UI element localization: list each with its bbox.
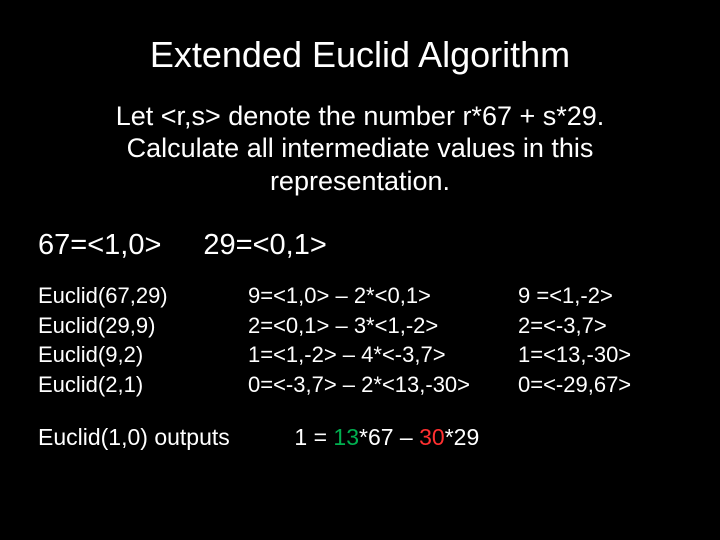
final-output: Euclid(1,0) outputs 1 = 13*67 – 30*29 xyxy=(0,398,720,451)
work-cell: 9=<1,0> – 2*<0,1> xyxy=(248,282,518,310)
work-cell: 0=<-3,7> – 2*<13,-30> xyxy=(248,371,518,399)
basis-a: 67=<1,0> xyxy=(38,229,161,261)
slide-title: Extended Euclid Algorithm xyxy=(0,0,720,100)
coef-a: 13 xyxy=(333,424,359,450)
intro-text: Let <r,s> denote the number r*67 + s*29.… xyxy=(0,100,720,223)
result-cell: 0=<-29,67> xyxy=(518,371,698,399)
intro-line-3: representation. xyxy=(270,166,450,196)
basis-line: 67=<1,0> 29=<0,1> xyxy=(0,223,720,282)
intro-line-1: Let <r,s> denote the number r*67 + s*29. xyxy=(116,101,605,131)
final-lhs: Euclid(1,0) outputs xyxy=(38,424,288,451)
final-mid2: *29 xyxy=(445,424,480,450)
final-equation: 1 = 13*67 – 30*29 xyxy=(294,424,479,450)
result-cell: 9 =<1,-2> xyxy=(518,282,698,310)
call-cell: Euclid(67,29) xyxy=(38,282,248,310)
call-cell: Euclid(29,9) xyxy=(38,312,248,340)
work-cell: 2=<0,1> – 3*<1,-2> xyxy=(248,312,518,340)
coef-b: 30 xyxy=(419,424,445,450)
final-mid1: *67 – xyxy=(359,424,419,450)
intro-line-2: Calculate all intermediate values in thi… xyxy=(127,133,594,163)
final-eq-pre: 1 = xyxy=(294,424,333,450)
result-cell: 2=<-3,7> xyxy=(518,312,698,340)
work-cell: 1=<1,-2> – 4*<-3,7> xyxy=(248,341,518,369)
result-cell: 1=<13,-30> xyxy=(518,341,698,369)
slide: Extended Euclid Algorithm Let <r,s> deno… xyxy=(0,0,720,540)
call-cell: Euclid(9,2) xyxy=(38,341,248,369)
call-cell: Euclid(2,1) xyxy=(38,371,248,399)
computation-table: Euclid(67,29) 9=<1,0> – 2*<0,1> 9 =<1,-2… xyxy=(0,282,720,398)
basis-b: 29=<0,1> xyxy=(203,229,326,261)
